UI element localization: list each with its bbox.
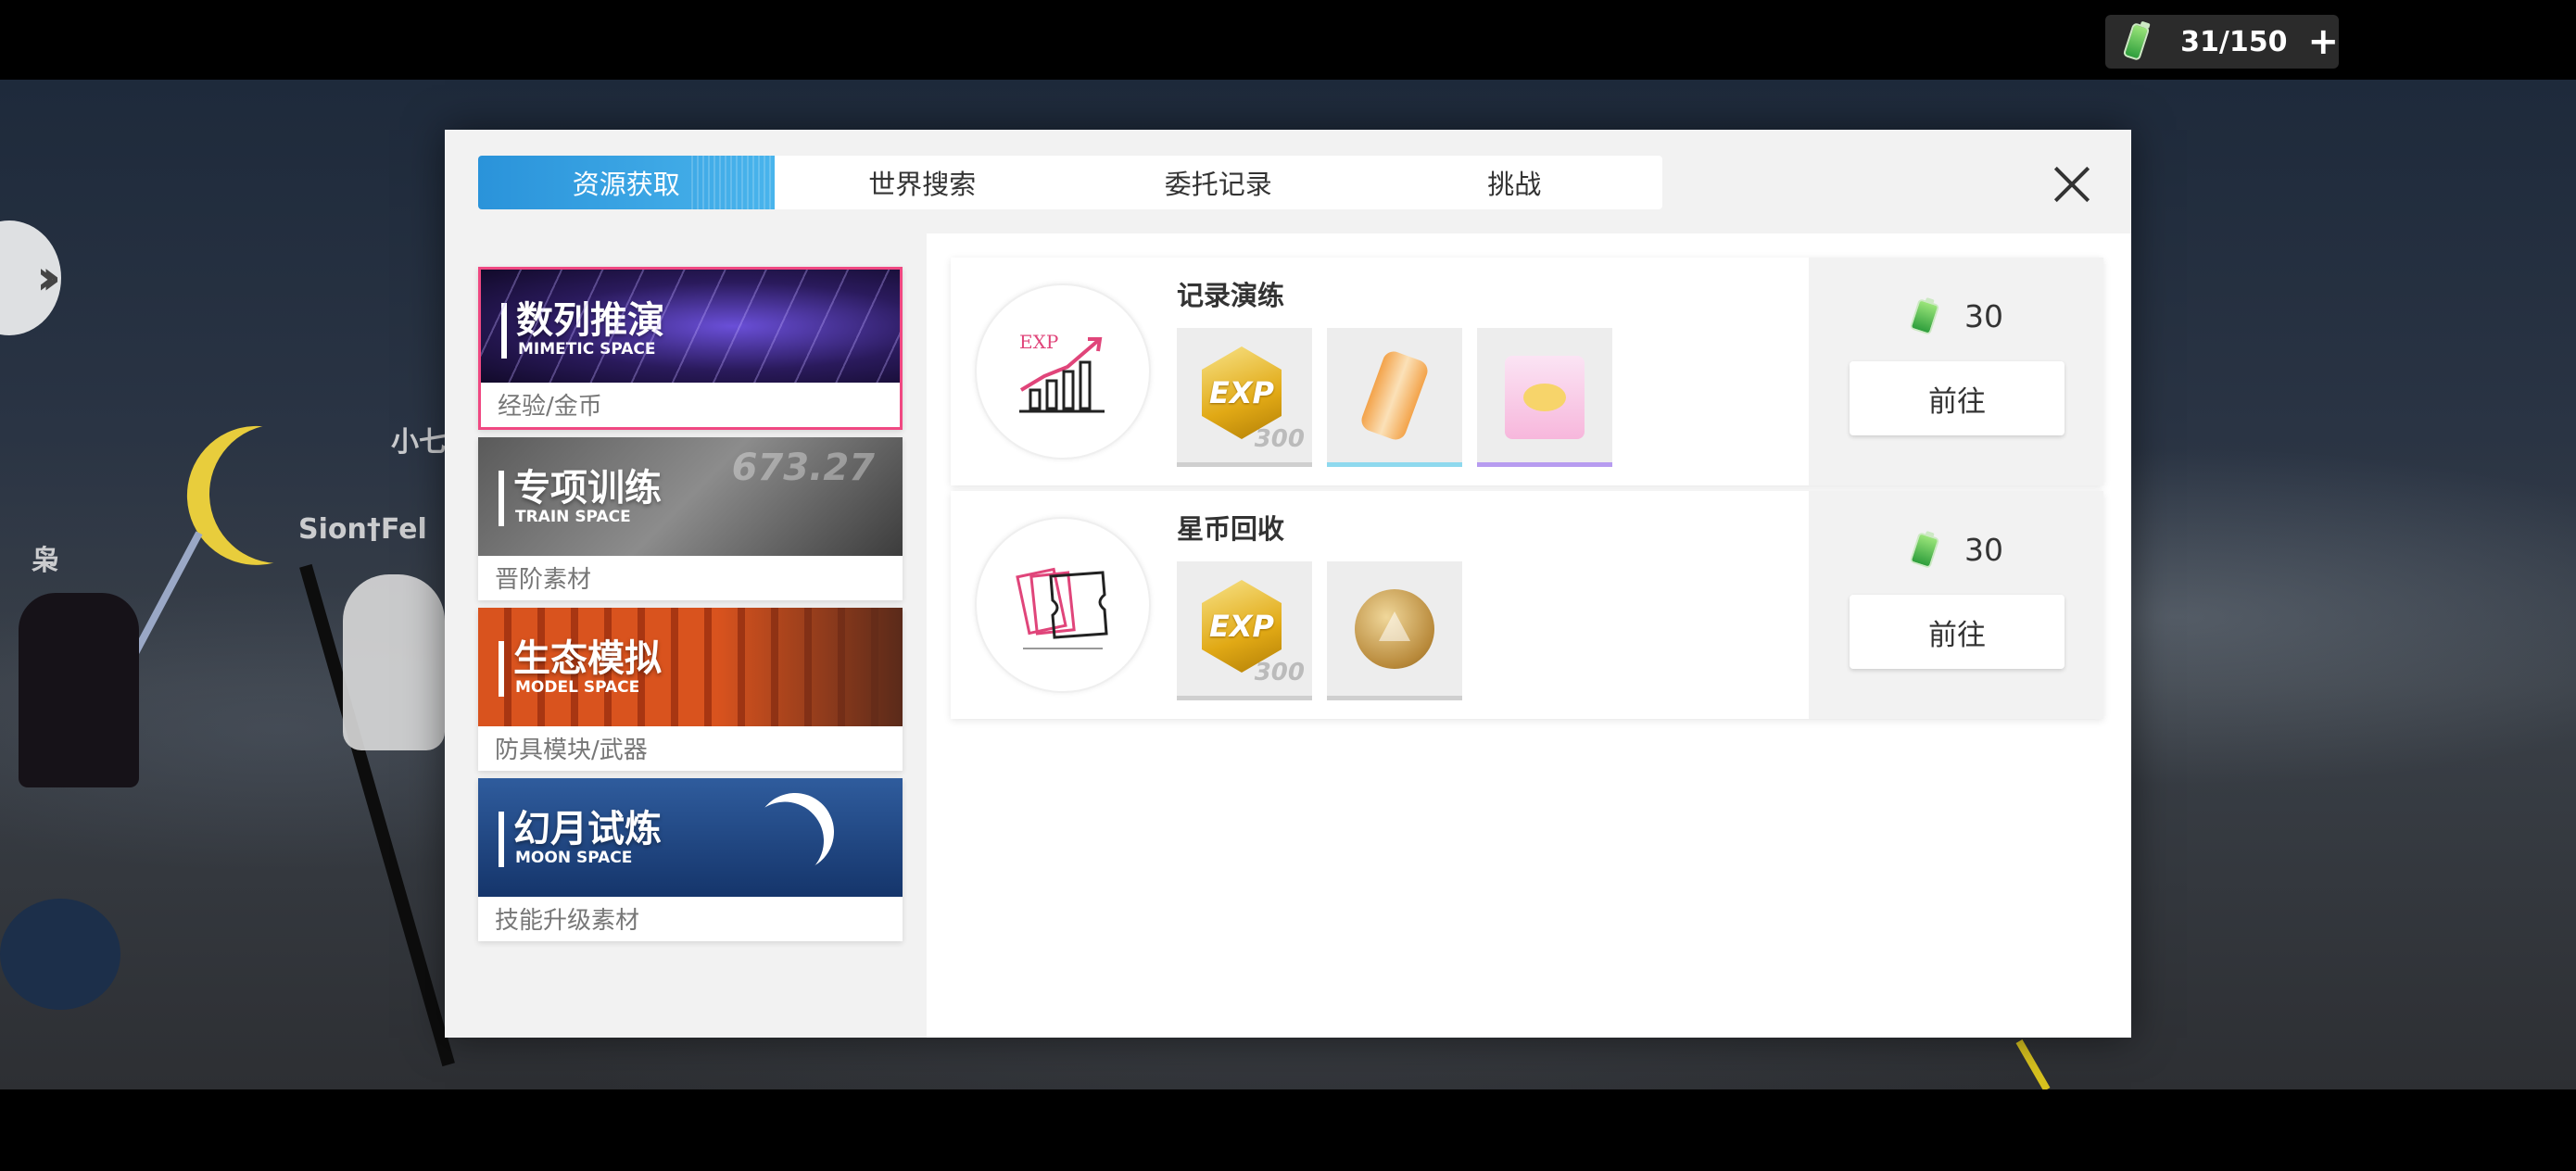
category-mimetic-space[interactable]: 数列推演 MIMETIC SPACE 经验/金币	[478, 267, 903, 430]
category-subtitle: MOON SPACE	[515, 849, 633, 867]
category-banner: 673.27 专项训练 TRAIN SPACE	[478, 437, 903, 556]
entry-action-panel: 30 前往	[1809, 258, 2103, 485]
exp-chart-logo-icon: EXP	[975, 283, 1151, 460]
snack-box-icon	[1505, 356, 1585, 439]
tab-world-search[interactable]: 世界搜索	[775, 156, 1071, 209]
gold-coin-icon	[1355, 589, 1434, 669]
category-desc: 防具模块/武器	[495, 737, 648, 764]
energy-drink-icon	[1358, 348, 1431, 443]
plus-icon[interactable]: +	[2307, 23, 2339, 60]
reward-count: 300	[1254, 425, 1305, 453]
battery-icon	[2122, 21, 2151, 62]
category-desc: 技能升级素材	[495, 907, 640, 935]
category-list: 数列推演 MIMETIC SPACE 经验/金币 673.27 专项训练 TRA…	[445, 233, 927, 1038]
reward-item[interactable]: EXP 300	[1177, 328, 1312, 467]
stamina-value: 31/150	[2180, 25, 2288, 58]
reward-item[interactable]	[1327, 328, 1462, 467]
go-button[interactable]: 前往	[1850, 361, 2065, 435]
battery-icon	[1909, 297, 1940, 335]
resource-dialog: 资源获取 世界搜索 委托记录 挑战 数列推演 MIMETIC SPACE 经验/…	[445, 130, 2131, 1038]
close-icon[interactable]	[2045, 157, 2099, 211]
banner-accent	[499, 471, 504, 526]
logo-text: EXP	[1019, 331, 1058, 353]
stage-entry: EXP 记录演练 EXP 300 30 前往	[951, 258, 2103, 485]
category-desc: 经验/金币	[498, 393, 602, 421]
tab-challenge[interactable]: 挑战	[1367, 156, 1663, 209]
dialog-header: 资源获取 世界搜索 委托记录 挑战	[445, 130, 2131, 233]
bottom-letterbox	[0, 1089, 2576, 1171]
battery-icon	[1909, 531, 1940, 569]
category-banner: 生态模拟 MODEL SPACE	[478, 608, 903, 726]
category-train-space[interactable]: 673.27 专项训练 TRAIN SPACE 晋阶素材	[478, 437, 903, 600]
tab-resource-acquisition[interactable]: 资源获取	[478, 156, 775, 209]
go-button[interactable]: 前往	[1850, 595, 2065, 669]
stage-title: 记录演练	[1177, 280, 1285, 311]
category-banner: 幻月试炼 MOON SPACE	[478, 778, 903, 897]
reward-count: 300	[1254, 659, 1305, 686]
stamina-cost: 30	[1909, 297, 2003, 335]
stamina-cost: 30	[1909, 531, 2003, 569]
banner-accent	[499, 812, 504, 867]
tab-bar: 资源获取 世界搜索 委托记录 挑战	[478, 156, 1662, 209]
category-moon-space[interactable]: 幻月试炼 MOON SPACE 技能升级素材	[478, 778, 903, 941]
stage-entry: 星币回收 EXP 300 30 前往	[951, 491, 2103, 719]
category-banner: 数列推演 MIMETIC SPACE	[481, 270, 900, 383]
category-model-space[interactable]: 生态模拟 MODEL SPACE 防具模块/武器	[478, 608, 903, 771]
npc-character	[343, 574, 445, 750]
scene-object	[0, 899, 120, 1010]
banner-number: 673.27	[731, 447, 875, 489]
cost-value: 30	[1964, 298, 2003, 334]
cost-value: 30	[1964, 532, 2003, 568]
category-subtitle: MIMETIC SPACE	[518, 340, 656, 359]
category-title: 幻月试炼	[513, 808, 662, 850]
stamina-counter: 31/150 +	[2105, 15, 2339, 69]
reward-item[interactable]: EXP 300	[1177, 561, 1312, 700]
tab-commission-records[interactable]: 委托记录	[1070, 156, 1367, 209]
category-title: 生态模拟	[513, 637, 662, 680]
player-name-tag: 小七	[391, 426, 447, 459]
player-name-tag: 枭	[32, 545, 59, 577]
category-title: 专项训练	[513, 467, 662, 510]
reward-item[interactable]	[1477, 328, 1612, 467]
banner-accent	[501, 303, 507, 359]
ticket-logo-icon	[975, 517, 1151, 693]
player-name-tag: Sion†Fel	[298, 513, 427, 546]
player-character	[19, 593, 139, 787]
category-title: 数列推演	[516, 299, 664, 342]
banner-accent	[499, 641, 504, 697]
reward-item[interactable]	[1327, 561, 1462, 700]
moon-icon	[743, 780, 847, 884]
category-subtitle: TRAIN SPACE	[515, 508, 631, 526]
category-subtitle: MODEL SPACE	[515, 678, 640, 697]
stage-title: 星币回收	[1177, 513, 1285, 545]
category-desc: 晋阶素材	[495, 566, 592, 594]
entry-action-panel: 30 前往	[1809, 491, 2103, 719]
double-chevron-right-icon: ››	[36, 250, 61, 306]
